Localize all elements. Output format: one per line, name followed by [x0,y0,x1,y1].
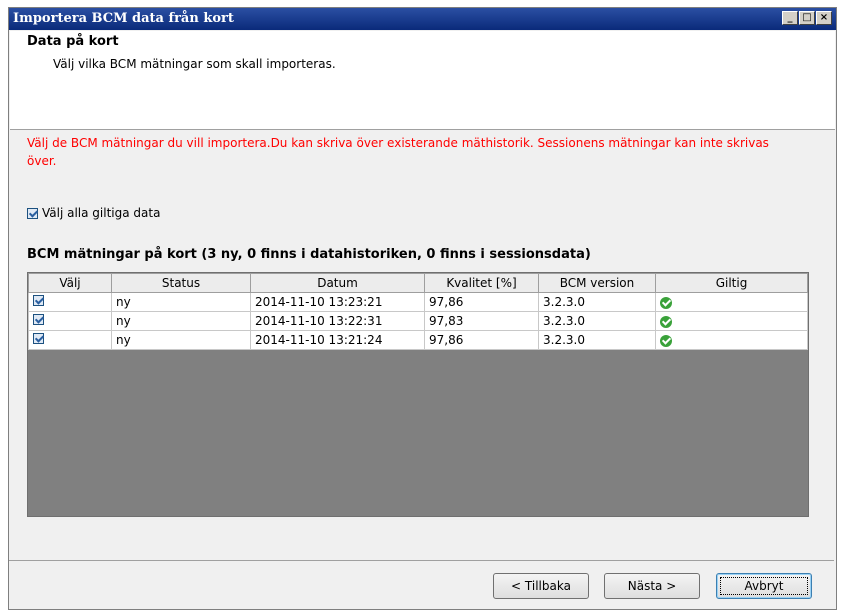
column-header-datum[interactable]: Datum [250,273,425,293]
datum-cell: 2014-11-10 13:22:31 [250,311,425,331]
giltig-cell [655,311,808,331]
select-all-label: Välj alla giltiga data [42,206,161,220]
checkbox-icon[interactable] [33,333,44,344]
column-header-bcm-version[interactable]: BCM version [538,273,656,293]
kvalitet-cell: 97,83 [424,311,539,331]
status-cell: ny [111,330,251,350]
page-subtitle: Välj vilka BCM mätningar som skall impor… [53,57,336,71]
version-cell: 3.2.3.0 [538,292,656,312]
close-button[interactable]: × [816,11,832,25]
table-title: BCM mätningar på kort (3 ny, 0 finns i d… [27,247,591,262]
wizard-header [10,31,835,130]
column-header-valj[interactable]: Välj [28,273,112,293]
cancel-button[interactable]: Avbryt [716,573,812,599]
minimize-button[interactable]: _ [782,11,798,25]
version-cell: 3.2.3.0 [538,330,656,350]
table-header-row: Välj Status Datum Kvalitet [%] BCM versi… [28,273,808,293]
window-title: Importera BCM data från kort [13,11,234,26]
next-button[interactable]: Nästa > [604,573,700,599]
checkbox-icon[interactable] [27,207,38,219]
row-checkbox-cell[interactable] [28,311,112,331]
title-bar[interactable]: Importera BCM data från kort _ □ × [9,8,836,30]
table-row[interactable]: ny 2014-11-10 13:21:24 97,86 3.2.3.0 [28,330,808,350]
giltig-cell [655,292,808,312]
valid-check-icon [660,334,672,347]
column-header-kvalitet[interactable]: Kvalitet [%] [424,273,539,293]
version-cell: 3.2.3.0 [538,311,656,331]
datum-cell: 2014-11-10 13:23:21 [250,292,425,312]
column-header-giltig[interactable]: Giltig [655,273,808,293]
checkbox-icon[interactable] [33,295,44,306]
status-cell: ny [111,311,251,331]
table-row[interactable]: ny 2014-11-10 13:23:21 97,86 3.2.3.0 [28,292,808,312]
column-header-status[interactable]: Status [111,273,251,293]
giltig-cell [655,330,808,350]
page-title: Data på kort [27,34,119,49]
row-checkbox-cell[interactable] [28,292,112,312]
maximize-button[interactable]: □ [799,11,815,25]
footer-divider [9,560,834,561]
status-cell: ny [111,292,251,312]
measurements-grid[interactable]: Välj Status Datum Kvalitet [%] BCM versi… [27,272,809,517]
datum-cell: 2014-11-10 13:21:24 [250,330,425,350]
valid-check-icon [660,296,672,309]
kvalitet-cell: 97,86 [424,330,539,350]
select-all-checkbox[interactable]: Välj alla giltiga data [27,206,160,220]
warning-text: Välj de BCM mätningar du vill importera.… [27,136,769,168]
valid-check-icon [660,315,672,328]
back-button[interactable]: < Tillbaka [493,573,589,599]
kvalitet-cell: 97,86 [424,292,539,312]
table-row[interactable]: ny 2014-11-10 13:22:31 97,83 3.2.3.0 [28,311,808,331]
checkbox-icon[interactable] [33,314,44,325]
focus-rect [720,577,808,595]
row-checkbox-cell[interactable] [28,330,112,350]
